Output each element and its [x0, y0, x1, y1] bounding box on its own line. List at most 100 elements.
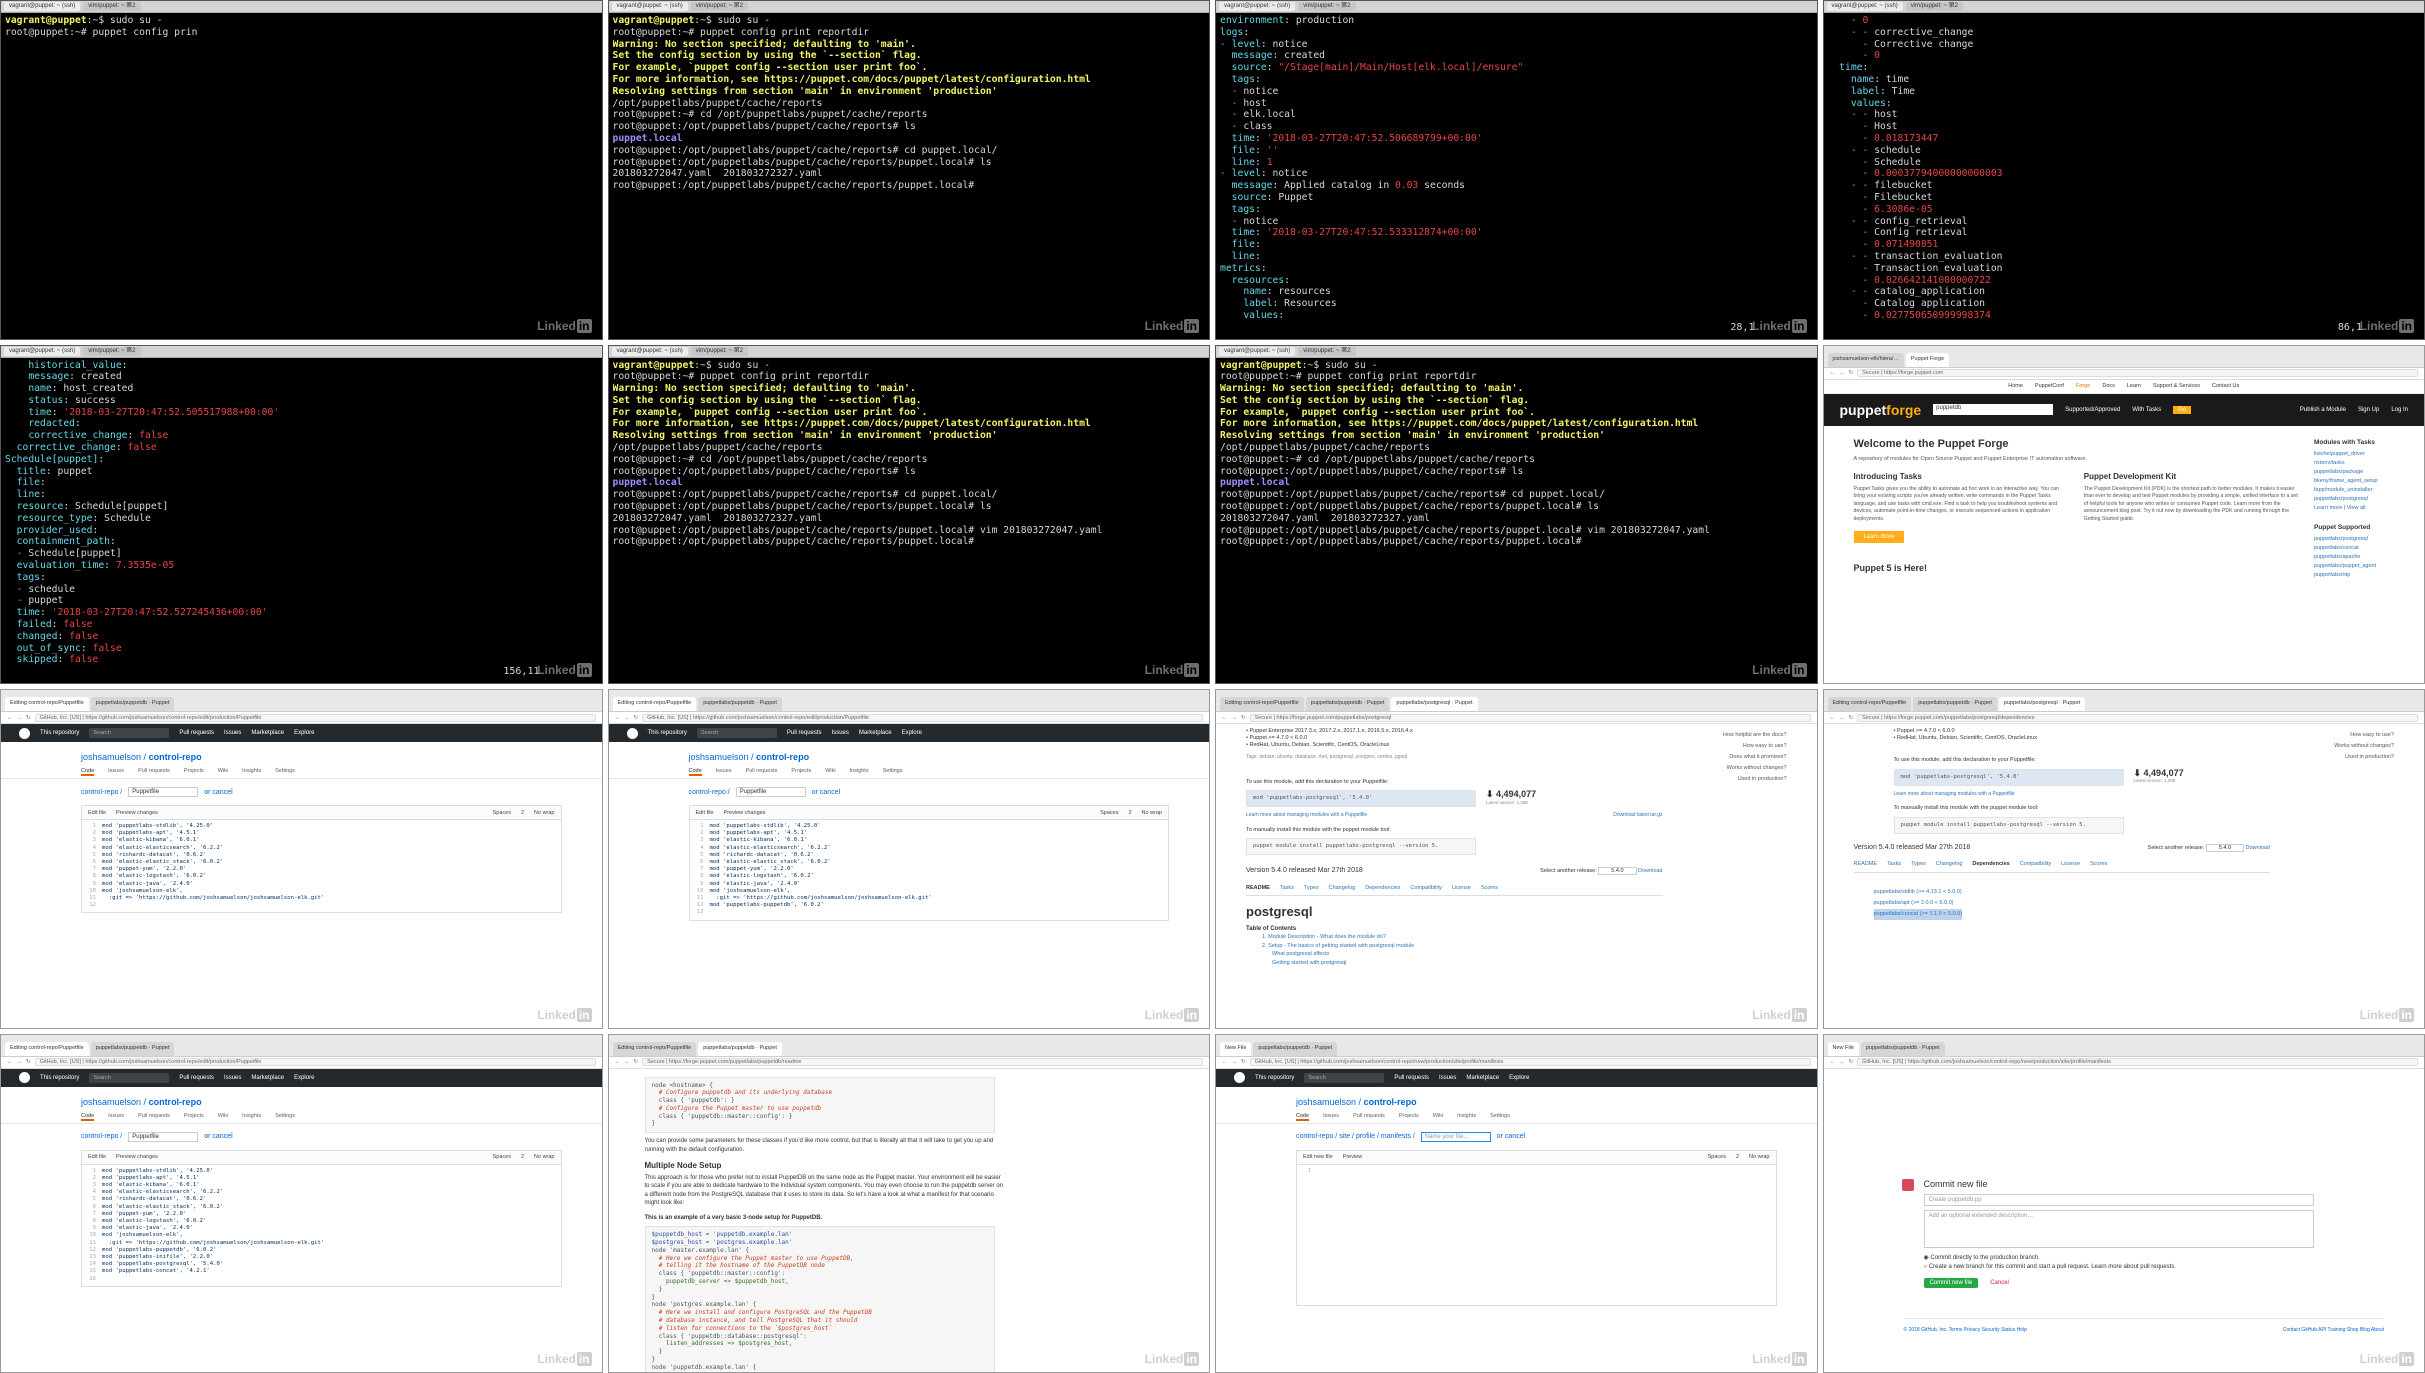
code-line[interactable]: 13 mod 'puppetlabs-inifile', '2.2.0' — [82, 1254, 561, 1261]
puppetfile-help-link[interactable]: Learn more about managing modules with a… — [1854, 790, 2271, 799]
footer-links[interactable]: Contact GitHub API Training Shop Blog Ab… — [2283, 1327, 2384, 1333]
preview-tab[interactable]: Preview changes — [116, 810, 158, 816]
vim-buffer[interactable]: - 0 - - corrective_change - Corrective c… — [1824, 13, 2425, 324]
terminal-tab[interactable]: vagrant@puppet: ~ (ssh) — [611, 346, 688, 356]
code-line[interactable]: 15 mod 'puppetlabs-concat', '4.2.1' — [82, 1268, 561, 1275]
cancel-button[interactable]: Cancel — [1984, 1278, 2015, 1288]
code-line[interactable]: 2 mod 'puppetlabs-apt', '4.5.1' — [82, 1175, 561, 1182]
sidebar-link[interactable]: fapp/module_uninstaller — [2314, 486, 2394, 495]
nav-link[interactable]: PuppetConf — [2035, 383, 2064, 389]
code-line[interactable]: 3 mod 'elastic-kibana', '6.0.1' — [690, 837, 1169, 844]
github-logo-icon[interactable] — [19, 727, 30, 739]
reload-icon[interactable]: ↻ — [1241, 715, 1246, 721]
editor-code[interactable]: 1 mod 'puppetlabs-stdlib', '4.25.0' 2 mod '… — [82, 1165, 561, 1286]
tab-insights[interactable]: Insights — [850, 768, 869, 776]
url-field[interactable]: Secure | https://forge.puppet.com — [1857, 369, 2418, 377]
code-line[interactable]: 3 mod 'elastic-kibana', '6.0.1' — [82, 1182, 561, 1189]
nav-link[interactable]: Contact Us — [2212, 383, 2239, 389]
tab-changelog[interactable]: Changelog — [1936, 860, 1963, 869]
indent-size-select[interactable]: 2 — [1128, 810, 1131, 816]
tab-tasks[interactable]: Tasks — [1280, 884, 1294, 893]
nav-link[interactable]: Marketplace — [251, 1075, 284, 1081]
tab-license[interactable]: License — [2061, 860, 2080, 869]
nav-link[interactable]: Pull requests — [787, 730, 822, 736]
filename-input[interactable]: Name your file... — [1420, 1131, 1491, 1142]
nav-link[interactable]: Explore — [294, 730, 314, 736]
cancel-link[interactable]: or cancel — [1497, 1133, 1525, 1140]
terminal-tab[interactable]: vim/puppet: ~ 第2 — [690, 2, 748, 11]
url-field[interactable]: Secure | https://forge.puppet.com/puppet… — [1249, 713, 1811, 722]
filename-input[interactable]: Puppetfile — [128, 1131, 199, 1142]
back-icon[interactable]: ← — [615, 715, 621, 721]
code-line[interactable]: 5 mod 'richardc-datacat', '0.6.2' — [82, 852, 561, 859]
repo-name-link[interactable]: control-repo — [149, 1097, 202, 1107]
code-line[interactable]: 1 mod 'puppetlabs-stdlib', '4.25.0' — [82, 1168, 561, 1175]
browser-tab[interactable]: puppetlabs/puppetdb · Puppet — [698, 697, 782, 711]
tab-issues[interactable]: Issues — [716, 768, 732, 776]
indent-mode-select[interactable]: Spaces — [1100, 810, 1118, 816]
wrap-mode-select[interactable]: No wrap — [534, 1154, 554, 1160]
reload-icon[interactable]: ↻ — [1849, 715, 1854, 721]
tab-types[interactable]: Types — [1304, 884, 1319, 893]
tab-issues[interactable]: Issues — [108, 768, 124, 776]
tab-insights[interactable]: Insights — [242, 1113, 261, 1121]
tab-changelog[interactable]: Changelog — [1329, 884, 1356, 893]
nav-link[interactable]: Pull requests — [179, 730, 214, 736]
commit-description-input[interactable]: Add an optional extended description… — [1923, 1209, 2314, 1248]
forward-icon[interactable]: → — [624, 1059, 630, 1065]
code-line[interactable]: 8 mod 'elastic-logstash', '6.0.2' — [82, 1218, 561, 1225]
github-logo-icon[interactable] — [19, 1072, 30, 1083]
nav-link[interactable]: Marketplace — [251, 730, 284, 736]
tab-wiki[interactable]: Wiki — [218, 1113, 228, 1121]
tab-issues[interactable]: Issues — [1323, 1113, 1339, 1121]
back-icon[interactable]: ← — [7, 715, 13, 721]
code-editor[interactable]: Edit new file Preview Spaces 2 No wrap 1 — [1296, 1149, 1777, 1306]
breadcrumb[interactable]: control-repo / — [81, 789, 122, 796]
terminal-tab[interactable]: vim/puppet: ~ 第2 — [1298, 2, 1356, 11]
indent-mode-select[interactable]: Spaces — [493, 1154, 511, 1160]
download-tarball-link[interactable]: Download latest tar.gz — [1613, 811, 1662, 820]
forward-icon[interactable]: → — [1839, 1059, 1845, 1065]
tab-projects[interactable]: Projects — [184, 768, 204, 776]
github-logo-icon[interactable] — [626, 727, 638, 739]
tab-readme[interactable]: README — [1246, 884, 1270, 893]
tab-pulls[interactable]: Pull requests — [138, 1113, 170, 1121]
url-field[interactable]: Secure | https://forge.puppet.com/puppet… — [1857, 713, 2418, 722]
search-go-button[interactable]: Go — [2173, 405, 2192, 414]
terminal-tab[interactable]: vagrant@puppet: ~ (ssh) — [4, 2, 81, 11]
toc-link[interactable]: 1. Module Description - What does the mo… — [1262, 933, 1663, 942]
nav-link[interactable]: Docs — [2102, 383, 2115, 389]
code-line[interactable]: 6 mod 'elastic-elastic_stack', '6.0.2' — [690, 859, 1169, 866]
code-line[interactable]: 12 — [82, 902, 561, 909]
url-field[interactable]: GitHub, Inc. [US] | https://github.com/j… — [34, 1058, 596, 1066]
code-line[interactable]: 3 mod 'elastic-kibana', '6.0.1' — [82, 837, 561, 844]
repo-owner-link[interactable]: joshsamuelson — [1296, 1097, 1356, 1107]
editor-code[interactable]: 1 mod 'puppetlabs-stdlib', '4.25.0' 2 mod '… — [82, 820, 561, 912]
install-command[interactable]: puppet module install puppetlabs-postgre… — [1246, 838, 1476, 855]
terminal-tab[interactable]: vagrant@puppet: ~ (ssh) — [611, 2, 688, 11]
tab-license[interactable]: License — [1452, 884, 1471, 893]
sidebar-link[interactable]: puppetlabs/concat — [2314, 544, 2394, 553]
nav-link[interactable]: Pull requests — [179, 1075, 214, 1081]
cancel-link[interactable]: or cancel — [204, 1133, 232, 1140]
tab-settings[interactable]: Settings — [275, 1113, 295, 1121]
terminal-tab[interactable]: vagrant@puppet: ~ (ssh) — [1219, 2, 1296, 11]
wrap-mode-select[interactable]: No wrap — [1142, 810, 1162, 816]
breadcrumb[interactable]: control-repo / site / profile / manifest… — [1296, 1133, 1415, 1140]
browser-tab[interactable]: puppetlabs/puppetdb · Puppet — [90, 1041, 175, 1056]
browser-tab[interactable]: puppetlabs/puppetdb · Puppet — [1913, 697, 1997, 711]
learn-more-button[interactable]: Learn more — [1853, 531, 1905, 543]
tab-projects[interactable]: Projects — [184, 1113, 204, 1121]
preview-tab[interactable]: Preview — [1343, 1154, 1363, 1160]
code-line[interactable]: 11 :git => 'https://github.com/joshsamue… — [82, 895, 561, 902]
code-line[interactable]: 9 mod 'elastic-java', '2.4.0' — [82, 881, 561, 888]
tab-settings[interactable]: Settings — [275, 768, 295, 776]
browser-tab[interactable]: puppetlabs/puppetdb · Puppet — [1253, 1041, 1338, 1056]
code-line[interactable]: 4 mod 'elastic-elasticsearch', '6.2.2' — [82, 1189, 561, 1196]
back-icon[interactable]: ← — [615, 1059, 621, 1065]
tab-code[interactable]: Code — [1296, 1113, 1310, 1121]
reload-icon[interactable]: ↻ — [26, 1059, 31, 1065]
browser-tab[interactable]: Puppet Forge — [1905, 352, 1950, 367]
puppetfile-declaration[interactable]: mod 'puppetlabs-postgresql', '5.4.0' — [1893, 768, 2124, 786]
forward-icon[interactable]: → — [17, 1059, 23, 1065]
